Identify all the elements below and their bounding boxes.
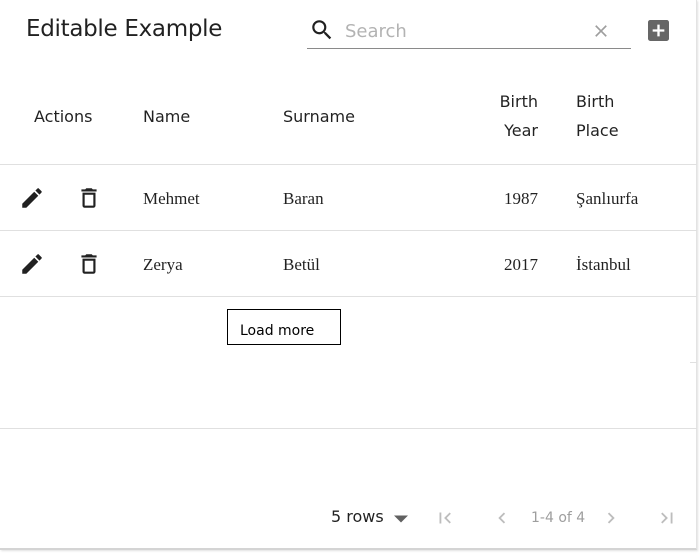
close-icon[interactable] (591, 21, 611, 41)
first-page-icon[interactable] (434, 507, 456, 529)
table-card: Editable Example Actions Name Surname Bi… (0, 0, 697, 550)
trash-icon[interactable] (76, 185, 102, 211)
cell-birth-year: 2017 (504, 255, 538, 274)
row-divider (0, 230, 697, 231)
header-birth-year-line2: Year (504, 121, 538, 140)
cell-surname: Baran (283, 189, 324, 208)
search-icon (312, 20, 332, 40)
pencil-icon[interactable] (19, 251, 45, 277)
cell-birth-year: 1987 (504, 189, 538, 208)
page-title: Editable Example (26, 16, 223, 42)
cell-name: Zerya (143, 255, 183, 274)
chevron-left-icon[interactable] (491, 507, 513, 529)
header-birth-place-line1: Birth (576, 92, 615, 111)
cell-name: Mehmet (143, 189, 200, 208)
add-box-icon[interactable] (648, 20, 669, 41)
header-divider (0, 164, 697, 165)
chevron-right-icon[interactable] (600, 507, 622, 529)
page-info: 1-4 of 4 (531, 510, 586, 526)
cell-birth-place: İstanbul (576, 255, 631, 274)
header-surname[interactable]: Surname (283, 102, 355, 131)
header-actions: Actions (34, 107, 93, 126)
header-name[interactable]: Name (143, 102, 190, 131)
cell-surname: Betül (283, 255, 320, 274)
header-birth-year[interactable]: Birth Year (478, 87, 538, 145)
pencil-icon[interactable] (19, 185, 45, 211)
rows-per-page-select[interactable]: 5 rows (331, 507, 384, 526)
footer-divider (0, 428, 697, 429)
row-divider-stub (690, 362, 697, 363)
header-birth-year-line1: Birth (499, 92, 538, 111)
last-page-icon[interactable] (656, 507, 678, 529)
search-field (307, 12, 631, 49)
arrow-drop-down-icon[interactable] (394, 514, 408, 524)
search-input[interactable] (345, 18, 585, 44)
header-birth-place[interactable]: Birth Place (576, 87, 636, 145)
row-divider (0, 296, 697, 297)
trash-icon[interactable] (76, 251, 102, 277)
load-more-button[interactable]: Load more (227, 309, 341, 345)
cell-birth-place: Şanlıurfa (576, 189, 639, 208)
header-birth-place-line2: Place (576, 121, 619, 140)
